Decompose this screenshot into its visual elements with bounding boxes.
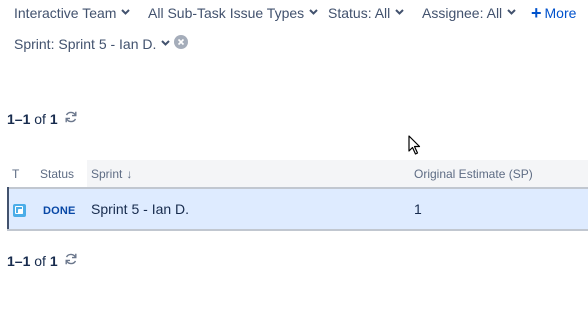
status-filter-label: Status: All xyxy=(328,5,391,21)
chevron-down-icon xyxy=(161,38,171,47)
more-filters-label: More xyxy=(544,5,577,21)
cell-original-estimate: 1 xyxy=(410,187,588,231)
team-filter[interactable]: Interactive Team xyxy=(14,4,131,22)
assignee-filter[interactable]: Assignee: All xyxy=(422,4,516,22)
team-filter-label: Interactive Team xyxy=(14,5,117,21)
issue-table: T Status Sprint ↓ Original Estimate (SP) … xyxy=(7,160,588,231)
cell-type xyxy=(7,187,36,231)
issue-type-filter[interactable]: All Sub-Task Issue Types xyxy=(148,4,318,22)
status-lozenge: DONE xyxy=(40,203,79,218)
cell-status: DONE xyxy=(36,187,87,231)
page-range: 1–1 xyxy=(7,111,31,127)
page-of: of xyxy=(34,253,46,269)
refresh-icon[interactable] xyxy=(64,110,78,124)
sprint-filter-label: Sprint: Sprint 5 - Ian D. xyxy=(14,36,157,52)
header-status[interactable]: Status xyxy=(36,160,87,188)
pagination-top: 1–1 of 1 xyxy=(7,110,78,128)
page-of: of xyxy=(34,111,46,127)
page-total: 1 xyxy=(49,111,58,127)
page-range: 1–1 xyxy=(7,253,31,269)
page-total: 1 xyxy=(49,253,58,269)
cell-sprint: Sprint 5 - Ian D. xyxy=(87,187,410,231)
filter-bar: Interactive Team All Sub-Task Issue Type… xyxy=(0,0,588,26)
pagination-bottom: 1–1 of 1 xyxy=(7,252,78,270)
header-sprint[interactable]: Sprint ↓ xyxy=(87,160,410,188)
refresh-icon[interactable] xyxy=(64,252,78,266)
sprint-filter[interactable]: Sprint: Sprint 5 - Ian D. xyxy=(14,35,189,53)
more-filters-button[interactable]: + More xyxy=(531,4,576,22)
table-row[interactable]: DONE Sprint 5 - Ian D. 1 xyxy=(7,187,588,231)
status-filter[interactable]: Status: All xyxy=(328,4,404,22)
assignee-filter-label: Assignee: All xyxy=(422,5,503,21)
header-original-estimate[interactable]: Original Estimate (SP) xyxy=(410,160,588,188)
chevron-down-icon xyxy=(507,7,516,16)
chevron-down-icon xyxy=(121,7,131,16)
chevron-down-icon xyxy=(309,7,318,16)
subtask-icon xyxy=(13,203,26,217)
mouse-pointer-icon xyxy=(408,135,422,156)
table-header-row: T Status Sprint ↓ Original Estimate (SP) xyxy=(8,160,588,188)
header-sprint-label: Sprint xyxy=(91,166,123,181)
header-type[interactable]: T xyxy=(8,160,36,188)
plus-icon: + xyxy=(531,3,542,23)
chevron-down-icon xyxy=(395,7,404,16)
clear-icon[interactable] xyxy=(174,35,189,49)
sort-descending-icon: ↓ xyxy=(126,166,133,181)
issue-type-filter-label: All Sub-Task Issue Types xyxy=(148,5,305,21)
